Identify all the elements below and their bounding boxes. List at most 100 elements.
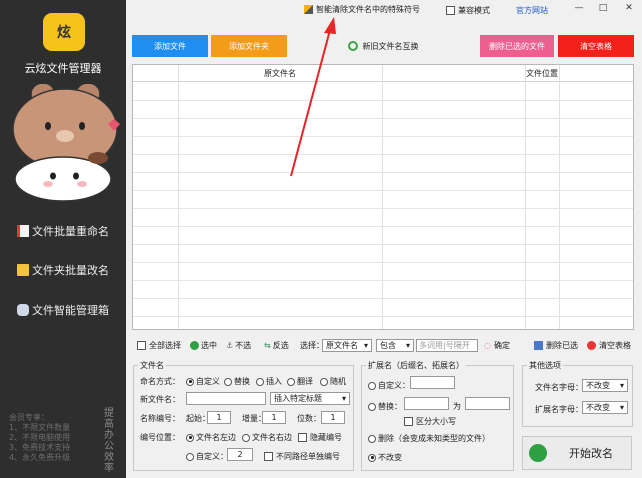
radio-circle [287, 377, 295, 386]
feature-tip-label: 智能清除文件名中的特殊符号 [316, 5, 420, 14]
minimize-button[interactable]: — [572, 3, 586, 17]
delete-selected-button[interactable]: 删除已选 [534, 340, 578, 351]
close-button[interactable]: ✕ [622, 3, 636, 17]
position-custom-radio[interactable]: 自定义： [186, 451, 228, 462]
efficiency-slogan: 提高办公效率 [104, 408, 114, 474]
chevron-down-icon: ▾ [363, 341, 368, 350]
clear-table-button[interactable]: 清空表格 [558, 35, 634, 57]
mode-label: 命名方式： [140, 377, 180, 386]
deselect-button[interactable]: ⚓ 不选 [226, 340, 251, 351]
delete-selected-label: 删除已选 [546, 341, 578, 350]
checkbox-box [446, 6, 455, 15]
name-case-value: 不改变 [586, 381, 610, 390]
radio-circle [224, 377, 232, 386]
case-sensitive-checkbox[interactable]: 区分大小写 [404, 416, 456, 427]
ext-replace-to-label: 为 [453, 402, 461, 411]
radio-circle [256, 377, 264, 386]
official-website-link[interactable]: 官方网站 [516, 5, 548, 16]
ext-replace-radio[interactable]: 替换： [368, 401, 402, 412]
file-table[interactable]: 原文件名 文件位置 [132, 64, 634, 330]
swap-names-label: 新旧文件名互换 [362, 41, 419, 51]
mode-replace-radio[interactable]: 替换 [224, 376, 250, 387]
sidebar-item-folder-rename[interactable]: 文件夹批量改名 [0, 259, 126, 281]
start-rename-button[interactable]: 开始改名 [522, 436, 632, 470]
clear-table-small-button[interactable]: 清空表格 [587, 340, 631, 351]
chevron-down-icon: ▾ [619, 381, 624, 390]
invert-label: 反选 [272, 341, 289, 350]
radio-circle [368, 402, 376, 411]
clear-table-label: 清空表格 [599, 341, 631, 350]
compat-mode-label: 兼容模式 [458, 6, 490, 15]
promo-line: 4、永久免费升级 [9, 453, 71, 462]
mode-option-label: 自定义 [196, 377, 220, 386]
delete-icon [534, 341, 543, 350]
add-folder-button[interactable]: 添加文件夹 [211, 35, 287, 57]
select-all-label: 全部选择 [149, 341, 181, 350]
hide-number-label: 隐藏编号 [310, 433, 342, 442]
ext-remove-radio[interactable]: 删除（会变成未知类型的文件） [368, 433, 490, 444]
separate-path-label: 不同路径单独编号 [276, 452, 340, 461]
increment-input[interactable]: 1 [262, 411, 286, 424]
mode-insert-radio[interactable]: 插入 [256, 376, 282, 387]
ext-replace-from-input[interactable] [404, 397, 449, 410]
delete-selected-files-button[interactable]: 删除已选的文件 [480, 35, 554, 57]
extension-panel-title: 扩展名（后缀名、拓展名） [366, 360, 466, 371]
invert-button[interactable]: ⇆ 反选 [264, 340, 289, 351]
check-circle-icon [529, 444, 547, 462]
filename-panel: 文件名 命名方式： 自定义 替换 插入 翻译 随机 新文件名： 插入特定标题 ▾ … [133, 360, 354, 471]
new-name-input[interactable] [186, 392, 266, 405]
maximize-button[interactable]: □ [596, 3, 610, 17]
digits-input[interactable]: 1 [321, 411, 345, 424]
column-original-name[interactable]: 原文件名 [178, 65, 382, 82]
swap-icon [347, 41, 358, 51]
select-all-checkbox[interactable]: 全部选择 [137, 340, 181, 351]
anchor-icon: ⚓ [226, 341, 234, 350]
ext-custom-radio[interactable]: 自定义： [368, 380, 410, 391]
chevron-down-icon: ▾ [341, 394, 346, 403]
filename-panel-title: 文件名 [138, 360, 166, 371]
mode-custom-radio[interactable]: 自定义 [186, 376, 220, 387]
sidebar-item-smart-manager[interactable]: 文件智能管理箱 [0, 299, 126, 321]
title-bar: 智能清除文件名中的特殊符号 兼容模式 官方网站 — □ ✕ [126, 0, 642, 24]
sidebar-item-file-rename[interactable]: 文件批量重命名 [0, 220, 126, 242]
operator-select-value: 包含 [380, 341, 396, 350]
ext-case-select[interactable]: 不改变 ▾ [582, 401, 628, 414]
feature-tip[interactable]: 智能清除文件名中的特殊符号 [304, 4, 420, 15]
radio-circle [242, 433, 250, 442]
other-options-title: 其他选项 [527, 360, 563, 371]
position-left-radio[interactable]: 文件名左边 [186, 432, 236, 443]
confirm-button[interactable]: ◌ 确定 [484, 340, 510, 351]
radio-circle [368, 453, 376, 462]
field-select[interactable]: 原文件名 ▾ [322, 339, 372, 352]
start-input[interactable]: 1 [207, 411, 231, 424]
case-sensitive-label: 区分大小写 [416, 417, 456, 426]
filter-input[interactable]: 多词用|号隔开 [416, 339, 478, 352]
column-file-location[interactable]: 文件位置 [525, 65, 559, 82]
position-custom-label: 自定义： [196, 452, 228, 461]
mode-translate-radio[interactable]: 翻译 [287, 376, 313, 387]
ext-keep-radio[interactable]: 不改变 [368, 452, 402, 463]
select-button[interactable]: 选中 [190, 340, 217, 351]
ext-custom-input[interactable] [410, 376, 455, 389]
mode-random-radio[interactable]: 随机 [320, 376, 346, 387]
name-case-label: 文件名字母： [535, 383, 583, 392]
add-file-button[interactable]: 添加文件 [132, 35, 208, 57]
insert-tag-select[interactable]: 插入特定标题 ▾ [270, 392, 350, 405]
operator-select[interactable]: 包含 ▾ [376, 339, 414, 352]
compat-mode-checkbox[interactable]: 兼容模式 [446, 5, 490, 16]
hide-number-checkbox[interactable]: 隐藏编号 [298, 432, 342, 443]
promo-line: 3、免费技术支持 [9, 443, 71, 452]
ext-keep-label: 不改变 [378, 453, 402, 462]
checkbox-box [404, 417, 413, 426]
separate-path-checkbox[interactable]: 不同路径单独编号 [264, 451, 340, 462]
position-custom-input[interactable]: 2 [227, 448, 253, 461]
folder-icon [17, 264, 29, 276]
radio-circle [368, 434, 376, 443]
swap-names-button[interactable]: 新旧文件名互换 [339, 35, 427, 57]
bear-mascot-illustration [12, 84, 120, 202]
close-circle-icon [587, 341, 596, 350]
ext-replace-to-input[interactable] [465, 397, 510, 410]
name-case-select[interactable]: 不改变 ▾ [582, 379, 628, 392]
position-right-radio[interactable]: 文件名右边 [242, 432, 292, 443]
position-option-label: 文件名左边 [196, 433, 236, 442]
